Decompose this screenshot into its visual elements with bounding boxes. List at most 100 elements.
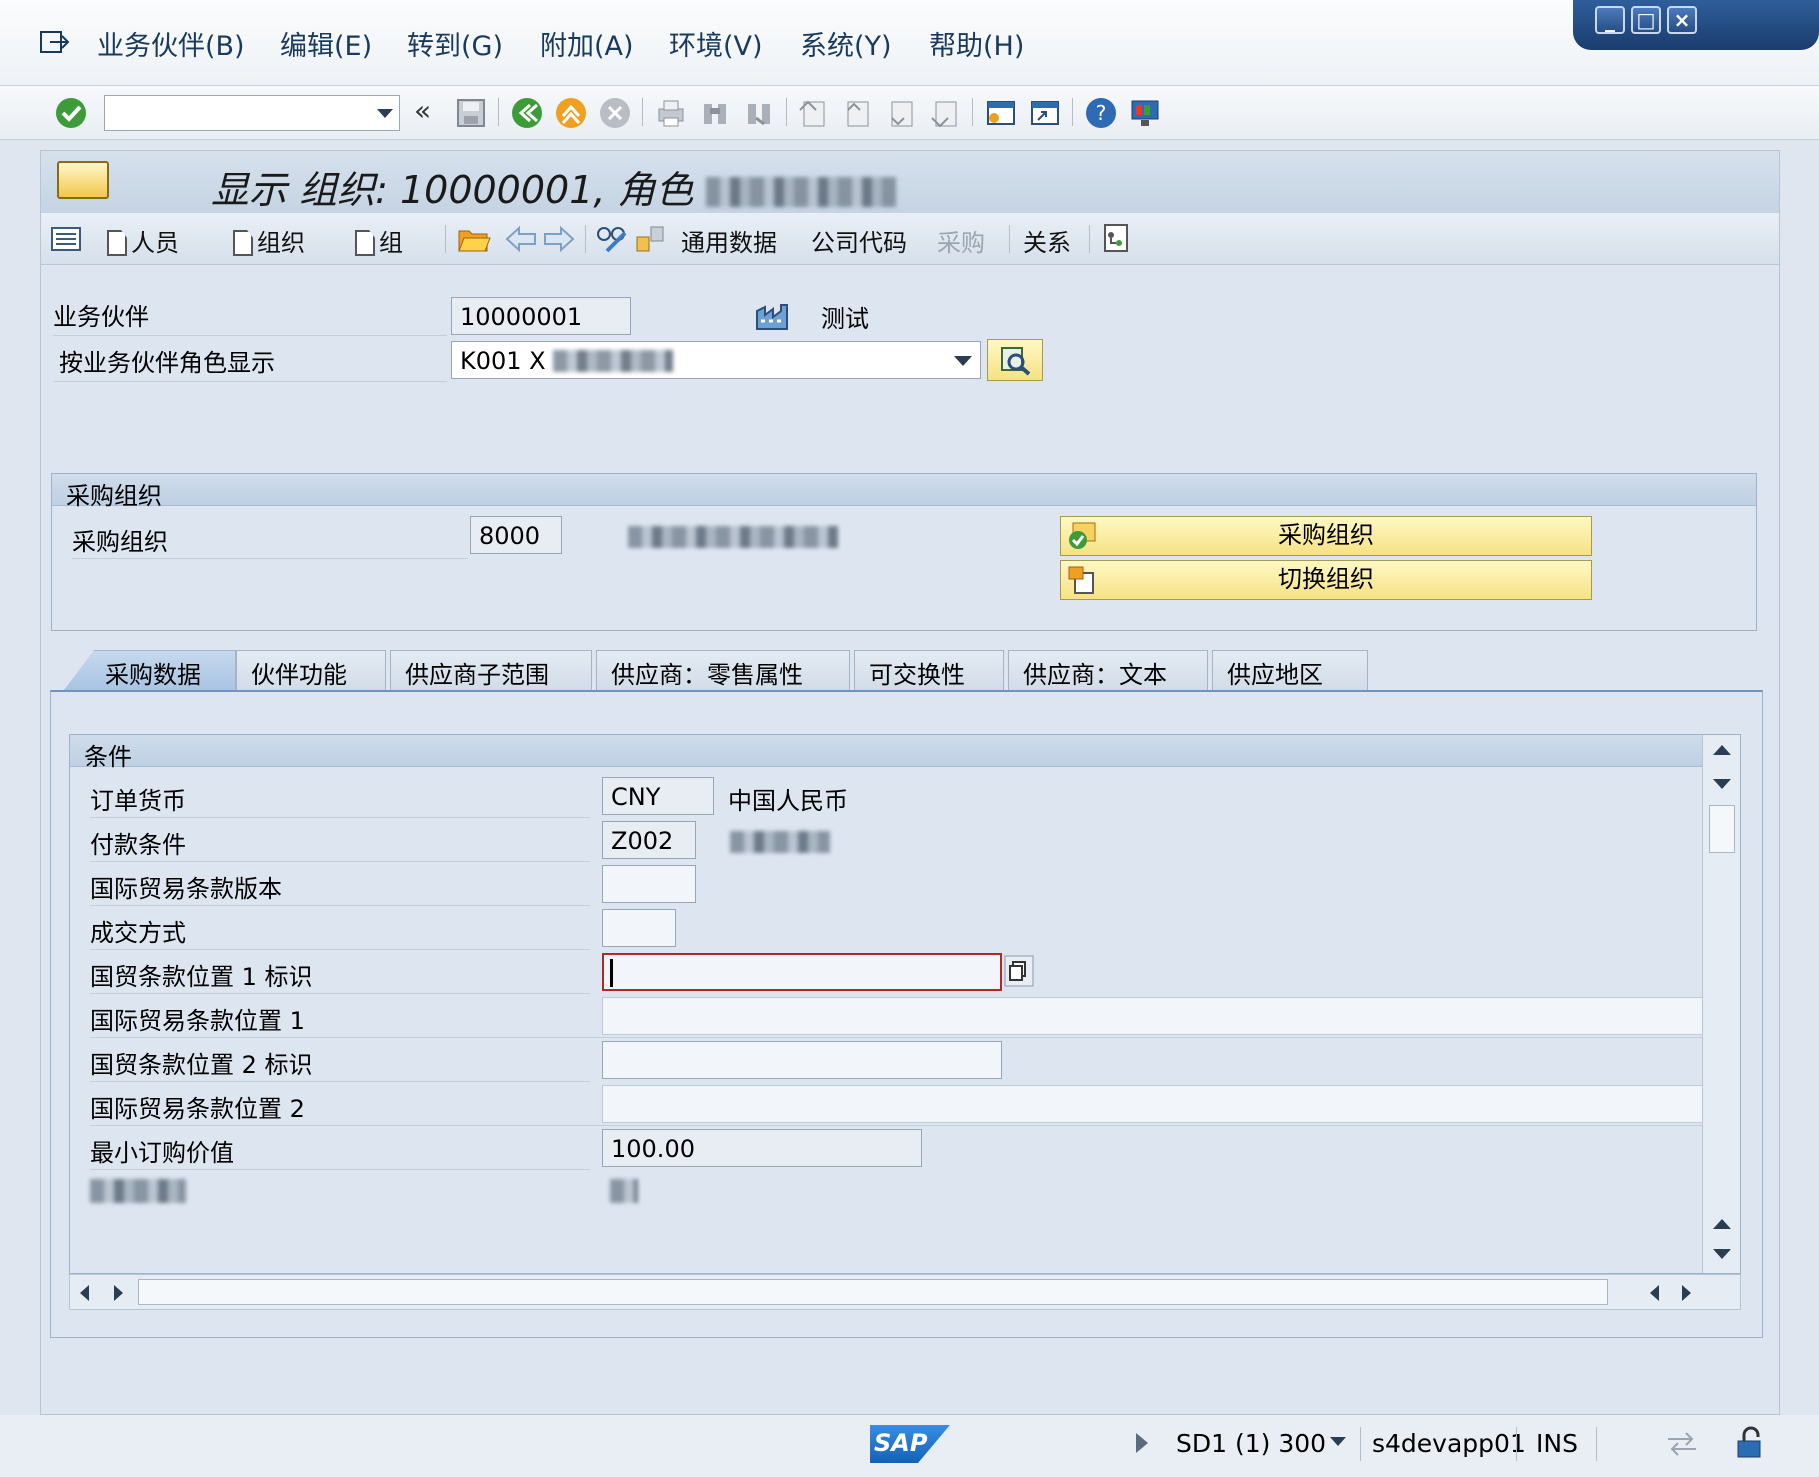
vertical-scrollbar[interactable] xyxy=(1702,735,1740,1273)
incoterms-loc1-field[interactable] xyxy=(602,997,1722,1035)
list-icon[interactable] xyxy=(51,227,81,251)
label-underline xyxy=(53,381,447,382)
help-icon[interactable]: ? xyxy=(1084,96,1118,130)
switch-org-button-label: 切换组织 xyxy=(1278,565,1374,593)
exit-icon[interactable] xyxy=(554,96,588,130)
menu-system[interactable]: 系统(Y) xyxy=(800,24,892,63)
h-scroll-thumb[interactable] xyxy=(138,1279,1608,1305)
purch-org-field[interactable]: 8000 xyxy=(470,516,562,554)
tab-partner-functions[interactable]: 伙伴功能 xyxy=(236,650,386,690)
new-session-icon[interactable] xyxy=(984,96,1018,130)
command-field[interactable] xyxy=(104,95,400,131)
tab-content-panel: 条件 订单货币 CNY 中国人民币 付款条件 Z002 国际贸易条款版本 成交方… xyxy=(50,690,1763,1338)
label-underline xyxy=(90,1081,590,1082)
horizontal-scrollbar[interactable] xyxy=(69,1274,1741,1310)
enter-icon[interactable] xyxy=(54,96,88,130)
lock-icon[interactable] xyxy=(1734,1425,1766,1459)
role-search-button[interactable] xyxy=(987,339,1043,381)
scroll-far-right-icon[interactable] xyxy=(1682,1285,1691,1301)
last-page-icon[interactable] xyxy=(928,96,962,130)
minimize-icon[interactable]: _ xyxy=(1595,6,1625,34)
customize-layout-icon[interactable] xyxy=(1128,96,1162,130)
scroll-up-icon[interactable] xyxy=(1713,745,1731,755)
purch-org-check-icon xyxy=(1069,522,1096,549)
menu-extras[interactable]: 附加(A) xyxy=(540,24,634,63)
tab-interchangeability[interactable]: 可交换性 xyxy=(854,650,1004,690)
display-change-icon[interactable] xyxy=(595,223,629,255)
where-used-icon[interactable] xyxy=(633,223,667,255)
scroll-thumb[interactable] xyxy=(1709,805,1735,853)
tab-supply-region[interactable]: 供应地区 xyxy=(1212,650,1368,690)
menu-business-partner[interactable]: 业务伙伴(B) xyxy=(97,24,245,63)
incoterms-loc1-id-field[interactable] xyxy=(602,953,1002,991)
save-icon[interactable] xyxy=(454,96,488,130)
next-page-icon[interactable] xyxy=(884,96,918,130)
maximize-icon[interactable]: □ xyxy=(1631,6,1661,34)
incoterms-loc2-field[interactable] xyxy=(602,1085,1722,1123)
redacted-row-label xyxy=(90,1179,186,1203)
menu-goto[interactable]: 转到(G) xyxy=(407,24,503,63)
payment-terms-field[interactable]: Z002 xyxy=(602,821,696,859)
min-order-value-field[interactable]: 100.00 xyxy=(602,1129,922,1167)
bp-number-field[interactable]: 10000001 xyxy=(451,297,631,335)
bp-role-select[interactable]: K001 X xyxy=(451,341,981,379)
general-data-button[interactable]: 通用数据 xyxy=(681,223,777,258)
cancel-icon[interactable] xyxy=(598,96,632,130)
scroll-page-down-icon[interactable] xyxy=(1713,1249,1731,1259)
value-help-icon[interactable] xyxy=(1004,955,1034,987)
arrow-right-icon[interactable] xyxy=(543,225,575,253)
system-info-dropdown-icon[interactable] xyxy=(1330,1437,1346,1446)
open-folder-icon[interactable] xyxy=(457,223,491,255)
menu-exit-icon[interactable] xyxy=(40,30,70,54)
toolbar-separator xyxy=(786,98,787,126)
back-icon[interactable] xyxy=(510,96,544,130)
tab-purchasing-data[interactable]: 采购数据 xyxy=(64,650,236,690)
purchasing-button[interactable]: 采购 xyxy=(937,223,985,258)
scroll-down-icon[interactable] xyxy=(1713,779,1731,789)
relationships-button[interactable]: 关系 xyxy=(1023,223,1071,258)
svg-text:?: ? xyxy=(1096,101,1107,125)
find-next-icon[interactable] xyxy=(742,96,776,130)
menu-environment[interactable]: 环境(V) xyxy=(669,24,763,63)
create-person-button[interactable]: 人员 xyxy=(107,223,179,258)
menu-edit[interactable]: 编辑(E) xyxy=(280,24,372,63)
menu-help[interactable]: 帮助(H) xyxy=(929,24,1024,63)
scroll-page-up-icon[interactable] xyxy=(1713,1219,1731,1229)
print-icon[interactable] xyxy=(654,96,688,130)
bp-role-icon[interactable] xyxy=(57,161,109,199)
find-icon[interactable] xyxy=(698,96,732,130)
scroll-far-left-icon[interactable] xyxy=(1650,1285,1659,1301)
bp-hierarchy-icon[interactable] xyxy=(1099,223,1131,255)
scroll-left-icon[interactable] xyxy=(80,1285,89,1301)
arrow-left-icon[interactable] xyxy=(505,225,537,253)
scroll-right-icon[interactable] xyxy=(114,1285,123,1301)
tab-vendor-retail-attributes[interactable]: 供应商：零售属性 xyxy=(596,650,850,690)
create-organization-button[interactable]: 组织 xyxy=(233,223,305,258)
order-currency-field[interactable]: CNY xyxy=(602,777,714,815)
incoterms-loc2-id-field[interactable] xyxy=(602,1041,1002,1079)
label-underline xyxy=(90,1125,1722,1126)
create-group-button[interactable]: 组 xyxy=(355,223,403,258)
tab-vendor-texts[interactable]: 供应商：文本 xyxy=(1008,650,1208,690)
incoterms-field[interactable] xyxy=(602,909,676,947)
chevron-down-icon[interactable] xyxy=(954,356,972,366)
redacted-purch-org-name xyxy=(628,526,838,548)
purch-org-button[interactable]: 采购组织 xyxy=(1060,516,1592,556)
standard-toolbar: « ? xyxy=(0,86,1819,140)
conditions-group: 条件 订单货币 CNY 中国人民币 付款条件 Z002 国际贸易条款版本 成交方… xyxy=(69,734,1741,1274)
collapse-icon[interactable]: « xyxy=(414,94,431,127)
shortcut-icon[interactable] xyxy=(1028,96,1062,130)
prev-page-icon[interactable] xyxy=(840,96,874,130)
close-icon[interactable]: × xyxy=(1667,6,1697,34)
window-controls: _ □ × xyxy=(1573,0,1819,50)
tab-vendor-subrange[interactable]: 供应商子范围 xyxy=(390,650,592,690)
bp-role-value: K001 X xyxy=(460,347,546,375)
status-expand-icon[interactable] xyxy=(1136,1433,1148,1453)
incoterms-version-field[interactable] xyxy=(602,865,696,903)
switch-org-button[interactable]: 切换组织 xyxy=(1060,560,1592,600)
first-page-icon[interactable] xyxy=(796,96,830,130)
tab-label: 可交换性 xyxy=(869,661,965,689)
company-code-button[interactable]: 公司代码 xyxy=(811,223,907,258)
server-name: s4devapp01 xyxy=(1372,1429,1526,1458)
command-dropdown-icon[interactable] xyxy=(377,109,393,118)
